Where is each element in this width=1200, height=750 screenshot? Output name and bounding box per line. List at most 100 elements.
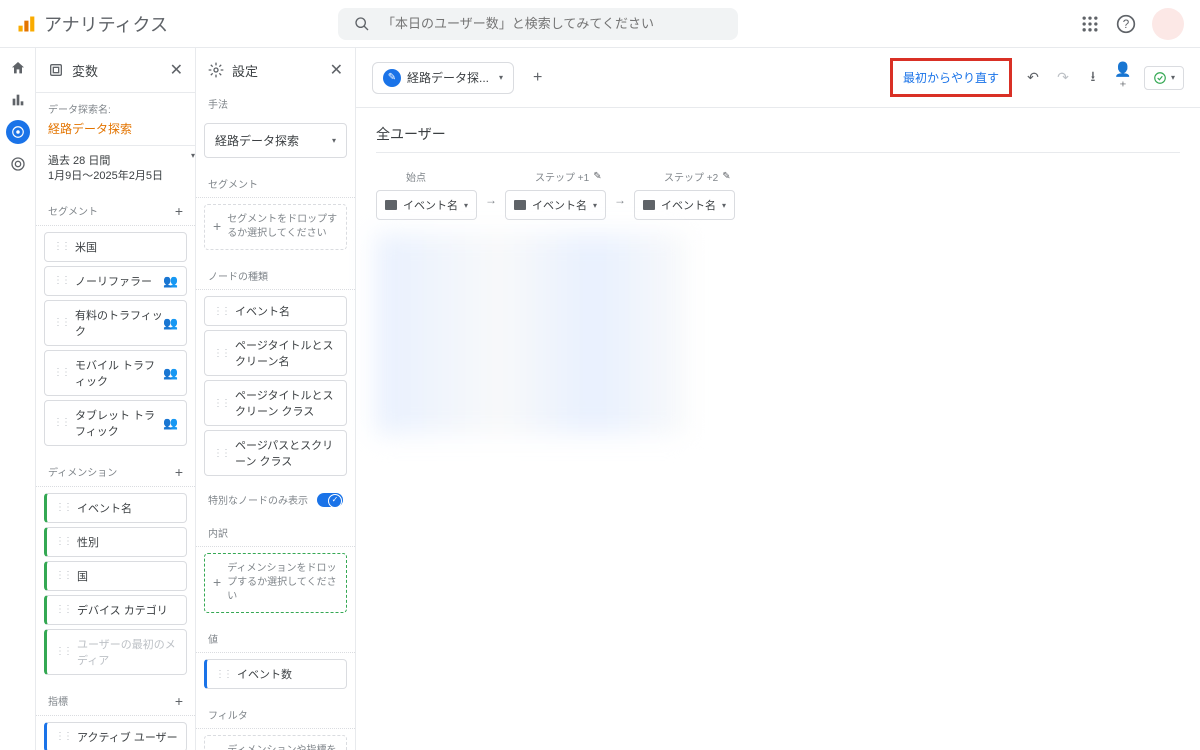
segments-label: セグメント xyxy=(48,203,98,218)
tab-label: 経路データ探... xyxy=(407,69,489,86)
exploration-name-value[interactable]: 経路データ探索 xyxy=(48,120,183,137)
segment-chip[interactable]: ⋮⋮有料のトラフィック👥 xyxy=(44,300,187,346)
redo-icon[interactable]: ↷ xyxy=(1054,69,1072,86)
dimension-chip[interactable]: ⋮⋮国 xyxy=(44,561,187,591)
nav-advertising-icon[interactable] xyxy=(6,152,30,176)
metrics-section-header: 指標 + xyxy=(36,683,195,716)
canvas-toolbar: ✎ 経路データ探... + 最初からやり直す ↶ ↷ ⭳ 👤⁺ ▾ xyxy=(356,48,1200,108)
apps-icon[interactable] xyxy=(1080,14,1100,34)
value-chip[interactable]: ⋮⋮イベント数 xyxy=(204,659,347,689)
variables-icon xyxy=(48,62,64,78)
arrow-icon: → xyxy=(614,193,626,207)
dimensions-label: ディメンション xyxy=(48,464,117,479)
add-metric-button[interactable]: + xyxy=(175,693,183,709)
product-name: アナリティクス xyxy=(44,11,168,37)
nav-home-icon[interactable] xyxy=(6,56,30,80)
filters-dropzone[interactable]: +ディメンションや指標をドロップするか選択してください xyxy=(204,735,347,750)
variables-panel-title: 変数 xyxy=(72,61,162,80)
segment-chip-list: ⋮⋮米国 ⋮⋮ノーリファラー👥 ⋮⋮有料のトラフィック👥 ⋮⋮モバイル トラフィ… xyxy=(36,232,195,454)
close-settings-icon[interactable]: ✕ xyxy=(330,60,343,80)
insights-button[interactable]: ▾ xyxy=(1144,66,1184,90)
reset-button[interactable]: 最初からやり直す xyxy=(890,58,1012,97)
search-icon xyxy=(354,16,370,32)
user-avatar[interactable] xyxy=(1152,8,1184,40)
dimension-chip[interactable]: ⋮⋮イベント名 xyxy=(44,493,187,523)
dimension-chip[interactable]: ⋮⋮ユーザーの最初のメディア xyxy=(44,629,187,675)
pencil-icon[interactable]: ✎ xyxy=(722,171,730,182)
svg-text:?: ? xyxy=(1123,18,1130,31)
dimension-chip[interactable]: ⋮⋮性別 xyxy=(44,527,187,557)
people-icon: 👥 xyxy=(163,366,178,380)
segment-chip[interactable]: ⋮⋮米国 xyxy=(44,232,187,262)
pencil-icon[interactable]: ✎ xyxy=(593,171,601,182)
exploration-name-block: データ探索名: 経路データ探索 xyxy=(36,92,195,145)
date-range-picker[interactable]: 過去 28 日間 1月9日～2025年2月5日 xyxy=(36,145,195,193)
event-icon xyxy=(385,200,397,210)
gear-icon xyxy=(208,62,224,78)
dimensions-section-header: ディメンション + xyxy=(36,454,195,487)
arrow-icon: → xyxy=(485,193,497,207)
variables-panel-header: 変数 ✕ xyxy=(36,48,195,92)
nav-explore-icon[interactable] xyxy=(6,120,30,144)
node-type-label: ノードの種類 xyxy=(196,258,355,290)
metric-chip-list: ⋮⋮アクティブ ユーザー ⋮⋮イベント数 ⋮⋮総ユーザー数 xyxy=(36,722,195,750)
exploration-tab[interactable]: ✎ 経路データ探... xyxy=(372,62,514,94)
variables-panel: 変数 ✕ データ探索名: 経路データ探索 過去 28 日間 1月9日～2025年… xyxy=(36,48,196,750)
step-start-label: 始点 xyxy=(376,169,477,184)
edit-icon: ✎ xyxy=(383,69,401,87)
step-node[interactable]: イベント名 xyxy=(376,190,477,220)
add-dimension-button[interactable]: + xyxy=(175,464,183,480)
metric-chip[interactable]: ⋮⋮アクティブ ユーザー xyxy=(44,722,187,750)
canvas-area: ✎ 経路データ探... + 最初からやり直す ↶ ↷ ⭳ 👤⁺ ▾ 全ユーザー … xyxy=(356,48,1200,750)
settings-panel-header: 設定 ✕ xyxy=(196,48,355,92)
canvas-title: 全ユーザー xyxy=(376,124,1180,153)
left-nav-rail xyxy=(0,48,36,750)
step-node[interactable]: イベント名 xyxy=(505,190,606,220)
add-segment-button[interactable]: + xyxy=(175,203,183,219)
search-input[interactable] xyxy=(382,16,722,31)
step-node[interactable]: イベント名 xyxy=(634,190,735,220)
toolbar-actions: 最初からやり直す ↶ ↷ ⭳ 👤⁺ ▾ xyxy=(890,58,1184,97)
special-nodes-toggle[interactable] xyxy=(317,493,343,507)
analytics-logo-icon xyxy=(16,14,36,34)
app-header: アナリティクス ? xyxy=(0,0,1200,48)
dimension-chip[interactable]: ⋮⋮デバイス カテゴリ xyxy=(44,595,187,625)
step-1: ステップ +1✎ イベント名 xyxy=(505,169,606,220)
nav-reports-icon[interactable] xyxy=(6,88,30,112)
step-1-label: ステップ +1✎ xyxy=(505,169,606,184)
node-type-list: ⋮⋮イベント名 ⋮⋮ページタイトルとスクリーン名 ⋮⋮ページタイトルとスクリーン… xyxy=(196,296,355,484)
special-nodes-toggle-row: 特別なノードのみ表示 xyxy=(196,484,355,515)
segments-dropzone[interactable]: +セグメントをドロップするか選択してください xyxy=(204,204,347,250)
undo-icon[interactable]: ↶ xyxy=(1024,69,1042,86)
help-icon[interactable]: ? xyxy=(1116,14,1136,34)
people-icon: 👥 xyxy=(163,416,178,430)
event-icon xyxy=(514,200,526,210)
share-icon[interactable]: 👤⁺ xyxy=(1114,61,1132,95)
node-type-chip[interactable]: ⋮⋮ページタイトルとスクリーン名 xyxy=(204,330,347,376)
metrics-label: 指標 xyxy=(48,693,68,708)
product-logo: アナリティクス xyxy=(16,11,168,37)
segment-chip[interactable]: ⋮⋮ノーリファラー👥 xyxy=(44,266,187,296)
node-type-chip[interactable]: ⋮⋮ページタイトルとスクリーン クラス xyxy=(204,380,347,426)
header-actions: ? xyxy=(1080,8,1184,40)
settings-panel: 設定 ✕ 手法 経路データ探索 セグメント +セグメントをドロップするか選択して… xyxy=(196,48,356,750)
event-icon xyxy=(643,200,655,210)
technique-dropdown[interactable]: 経路データ探索 xyxy=(204,123,347,158)
breakdown-dropzone[interactable]: +ディメンションをドロップするか選択してください xyxy=(204,553,347,613)
main-layout: 変数 ✕ データ探索名: 経路データ探索 過去 28 日間 1月9日～2025年… xyxy=(36,48,1200,750)
settings-panel-title: 設定 xyxy=(232,61,322,80)
special-nodes-label: 特別なノードのみ表示 xyxy=(208,492,308,507)
download-icon[interactable]: ⭳ xyxy=(1084,66,1102,90)
breakdown-label: 内訳 xyxy=(196,515,355,547)
close-variables-icon[interactable]: ✕ xyxy=(170,60,183,80)
node-type-chip[interactable]: ⋮⋮ページパスとスクリーン クラス xyxy=(204,430,347,476)
add-tab-button[interactable]: + xyxy=(522,62,553,94)
segment-chip[interactable]: ⋮⋮モバイル トラフィック👥 xyxy=(44,350,187,396)
date-range-value: 1月9日～2025年2月5日 xyxy=(48,169,183,184)
node-type-chip[interactable]: ⋮⋮イベント名 xyxy=(204,296,347,326)
segments-section-header: セグメント + xyxy=(36,193,195,226)
people-icon: 👥 xyxy=(163,274,178,288)
search-box[interactable] xyxy=(338,8,738,40)
technique-label: 手法 xyxy=(196,92,355,117)
segment-chip[interactable]: ⋮⋮タブレット トラフィック👥 xyxy=(44,400,187,446)
